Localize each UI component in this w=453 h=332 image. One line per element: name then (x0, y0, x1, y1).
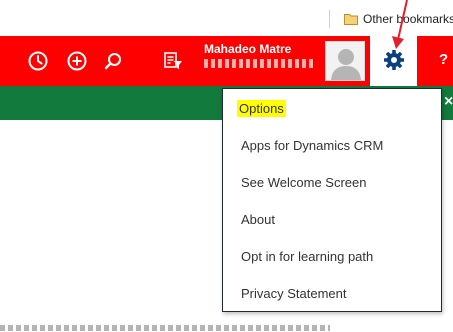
avatar-placeholder-icon (326, 42, 364, 80)
search-icon[interactable] (102, 50, 124, 72)
create-icon[interactable] (66, 50, 88, 72)
menu-item-about[interactable]: About (241, 212, 275, 227)
user-name[interactable]: Mahadeo Matre (204, 42, 291, 56)
menu-item-see-welcome-screen[interactable]: See Welcome Screen (241, 175, 367, 190)
avatar[interactable] (325, 41, 365, 81)
menu-item-options[interactable]: Options (237, 100, 286, 117)
bookmarks-divider (329, 10, 330, 28)
folder-icon (344, 14, 358, 25)
user-organization-redacted (204, 59, 314, 68)
advanced-find-icon[interactable] (162, 50, 184, 72)
menu-item-apps-for-dynamics-crm[interactable]: Apps for Dynamics CRM (241, 138, 383, 153)
footer-text-blurred (0, 322, 330, 332)
close-icon[interactable]: × (444, 93, 453, 111)
help-label: ? (439, 51, 449, 68)
recent-icon[interactable] (27, 50, 49, 72)
settings-menu: Options Apps for Dynamics CRM See Welcom… (222, 88, 442, 312)
menu-item-opt-in-learning-path[interactable]: Opt in for learning path (241, 249, 373, 264)
footer-blur-strip (0, 325, 330, 331)
menu-item-privacy-statement[interactable]: Privacy Statement (241, 286, 347, 301)
annotation-arrow-icon (392, 0, 408, 49)
help-button[interactable]: ? (421, 36, 453, 86)
